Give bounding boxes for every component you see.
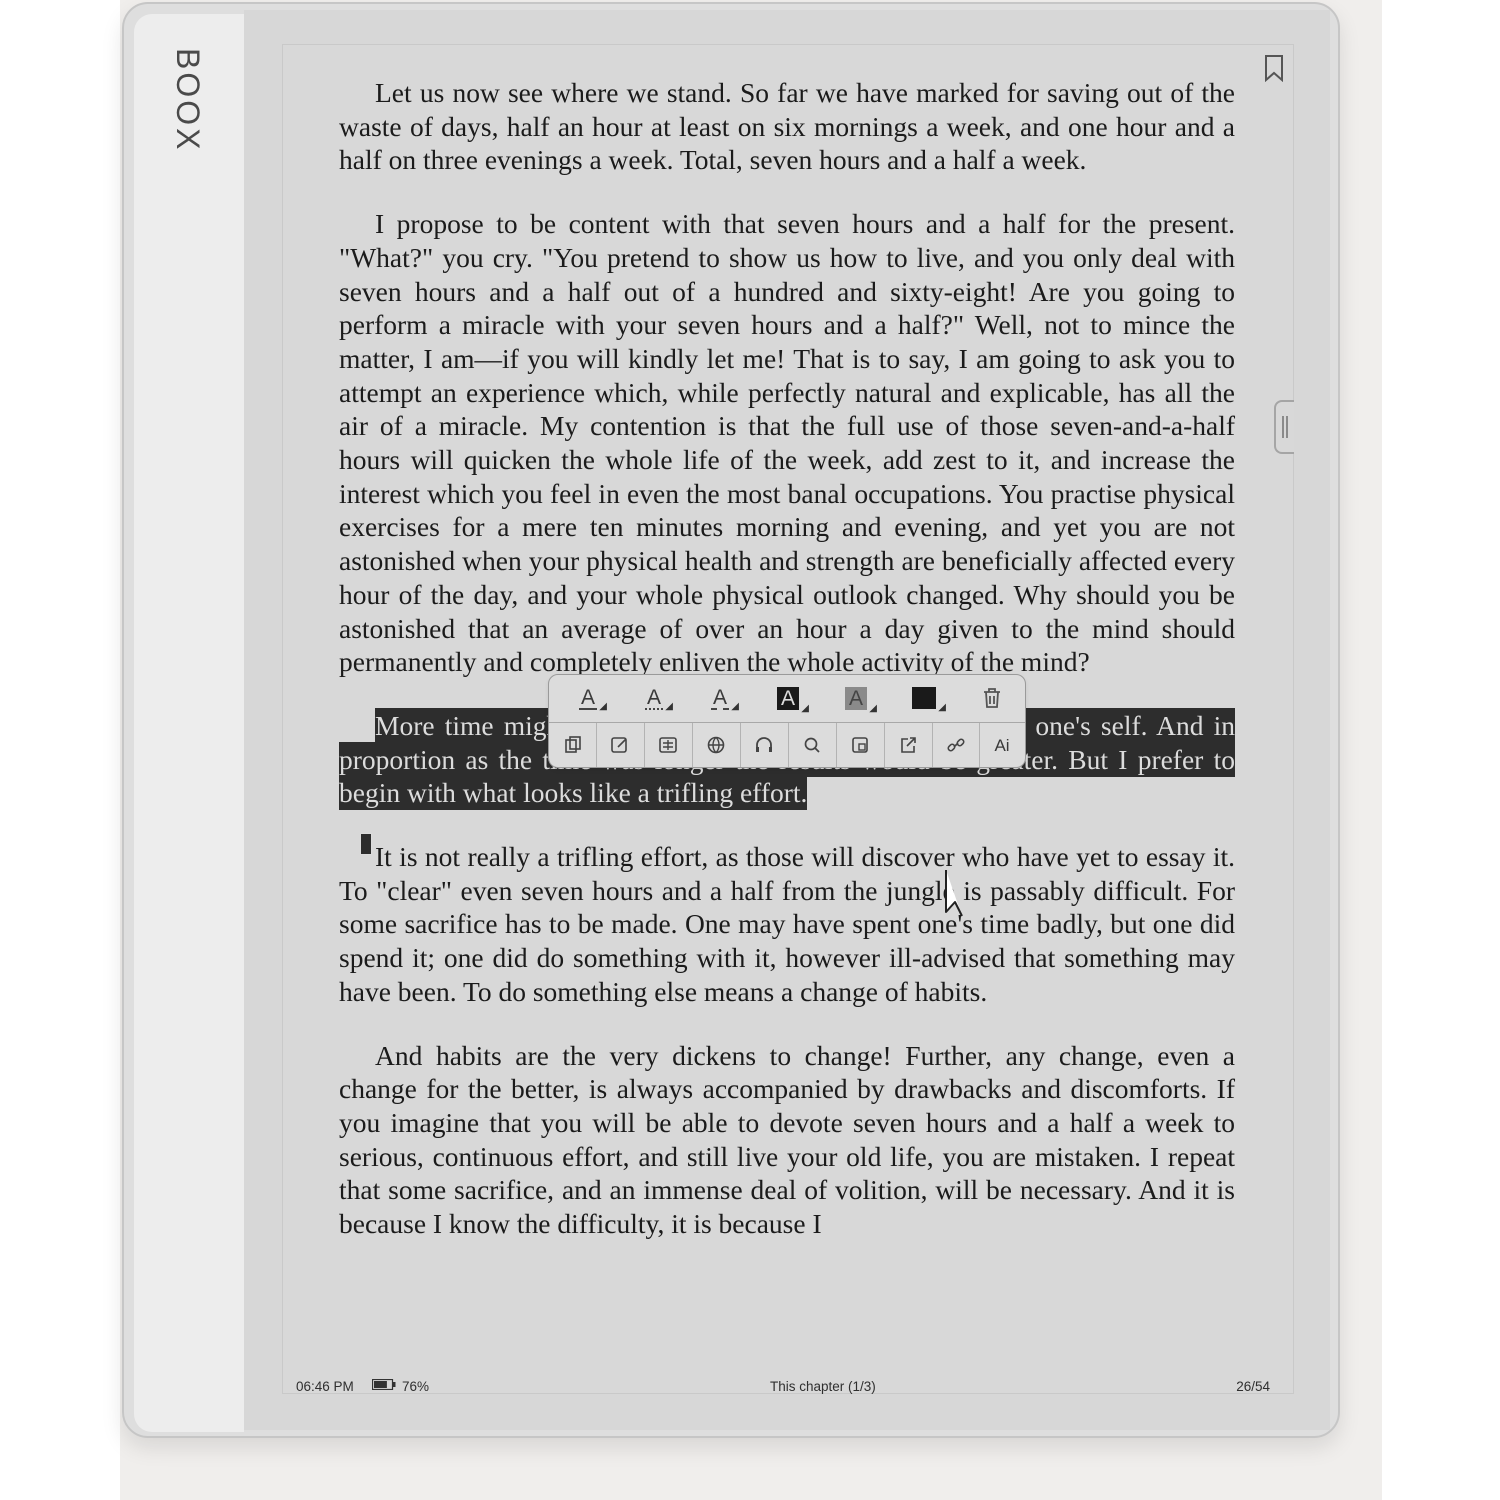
- translate-button[interactable]: [692, 723, 741, 767]
- paragraph[interactable]: I propose to be content with that seven …: [339, 207, 1235, 679]
- note-button[interactable]: [596, 723, 645, 767]
- search-button[interactable]: [788, 723, 837, 767]
- underline-straight-icon: A ◢: [578, 685, 607, 712]
- ai-button[interactable]: Ai: [979, 723, 1025, 767]
- fill-black-icon: ◢: [912, 687, 946, 713]
- battery-icon: [372, 1379, 396, 1390]
- underline-dashed-button[interactable]: A ◢: [695, 675, 745, 721]
- clock: 06:46 PM: [296, 1379, 354, 1394]
- paragraph[interactable]: It is not really a trifling effort, as t…: [339, 840, 1235, 1009]
- ai-icon: Ai: [994, 735, 1010, 755]
- battery-level: 76%: [402, 1379, 430, 1394]
- highlight-gray-button[interactable]: A ◢: [831, 675, 881, 721]
- status-bar: 06:46 PM 76% This chapter (1/3) 26/54: [282, 1374, 1292, 1400]
- share-icon: [901, 737, 916, 753]
- underline-wavy-icon: A ◢: [644, 685, 673, 712]
- copy-button[interactable]: [549, 723, 597, 767]
- selection-end-handle[interactable]: [943, 868, 965, 928]
- share-button[interactable]: [884, 723, 933, 767]
- selection-menu: A ◢ A ◢ A ◢ A ◢ A ◢ ◢ Ai: [548, 674, 1026, 768]
- listen-icon: [756, 737, 772, 752]
- action-row: Ai: [549, 722, 1025, 767]
- listen-button[interactable]: [740, 723, 789, 767]
- highlight-gray-icon: A ◢: [844, 686, 877, 713]
- dictionary-icon: [659, 737, 677, 753]
- highlight-black-icon: A ◢: [776, 686, 809, 713]
- brand-logo: BOOX: [170, 48, 206, 153]
- paragraph[interactable]: Let us now see where we stand. So far we…: [339, 76, 1235, 177]
- highlight-black-button[interactable]: A ◢: [763, 675, 813, 721]
- fill-black-button[interactable]: ◢: [899, 675, 949, 721]
- copy-icon: [564, 736, 581, 753]
- underline-straight-button[interactable]: A ◢: [563, 675, 613, 721]
- excerpt-button[interactable]: [836, 723, 885, 767]
- underline-dashed-icon: A ◢: [710, 685, 739, 712]
- note-icon: [611, 737, 627, 753]
- device-spine: [134, 14, 244, 1432]
- paragraph[interactable]: And habits are the very dickens to chang…: [339, 1039, 1235, 1241]
- link-icon: [946, 738, 965, 752]
- delete-button[interactable]: [967, 675, 1017, 721]
- side-drawer-handle[interactable]: [1274, 400, 1294, 454]
- excerpt-icon: [852, 737, 868, 753]
- annotation-style-row: A ◢ A ◢ A ◢ A ◢ A ◢ ◢: [549, 675, 1025, 721]
- page-number[interactable]: 26/54: [1236, 1379, 1270, 1394]
- translate-icon: [707, 736, 725, 754]
- bookmark-icon[interactable]: [1262, 54, 1286, 82]
- selection-start-handle[interactable]: [360, 833, 372, 855]
- search-icon: [804, 737, 820, 753]
- link-button[interactable]: [932, 723, 980, 767]
- underline-wavy-button[interactable]: A ◢: [629, 675, 679, 721]
- chapter-progress[interactable]: This chapter (1/3): [770, 1379, 876, 1394]
- trash-icon: [984, 688, 1000, 708]
- dictionary-button[interactable]: [644, 723, 693, 767]
